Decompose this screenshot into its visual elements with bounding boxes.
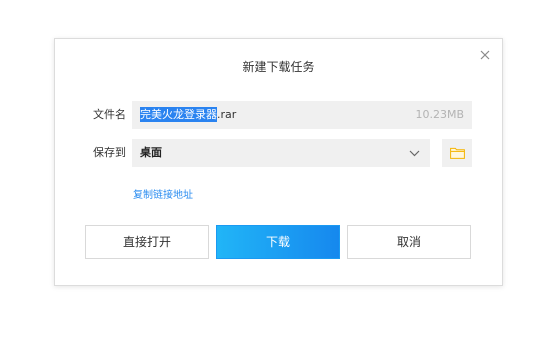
save-location-select[interactable]: 桌面 <box>132 139 430 167</box>
filename-label: 文件名 <box>93 108 126 121</box>
filename-selected-text: 完美火龙登录器 <box>140 107 217 122</box>
folder-icon <box>450 147 465 159</box>
browse-folder-button[interactable] <box>442 139 472 167</box>
open-directly-button[interactable]: 直接打开 <box>85 225 209 259</box>
new-download-dialog: 新建下载任务 文件名 完美火龙登录器.rar 10.23MB 保存到 桌面 复制… <box>54 38 503 286</box>
filename-extension: .rar <box>217 108 237 121</box>
save-to-label: 保存到 <box>93 146 126 159</box>
close-icon[interactable] <box>478 48 492 62</box>
copy-link-address[interactable]: 复制链接地址 <box>132 189 193 203</box>
file-size: 10.23MB <box>415 108 464 121</box>
download-button[interactable]: 下载 <box>216 225 340 259</box>
save-location-value: 桌面 <box>140 146 162 159</box>
cancel-button[interactable]: 取消 <box>347 225 471 259</box>
chevron-down-icon <box>409 150 420 157</box>
page: 新建下载任务 文件名 完美火龙登录器.rar 10.23MB 保存到 桌面 复制… <box>0 0 554 351</box>
dialog-title: 新建下载任务 <box>242 60 315 74</box>
filename-field[interactable]: 完美火龙登录器.rar 10.23MB <box>132 101 472 129</box>
